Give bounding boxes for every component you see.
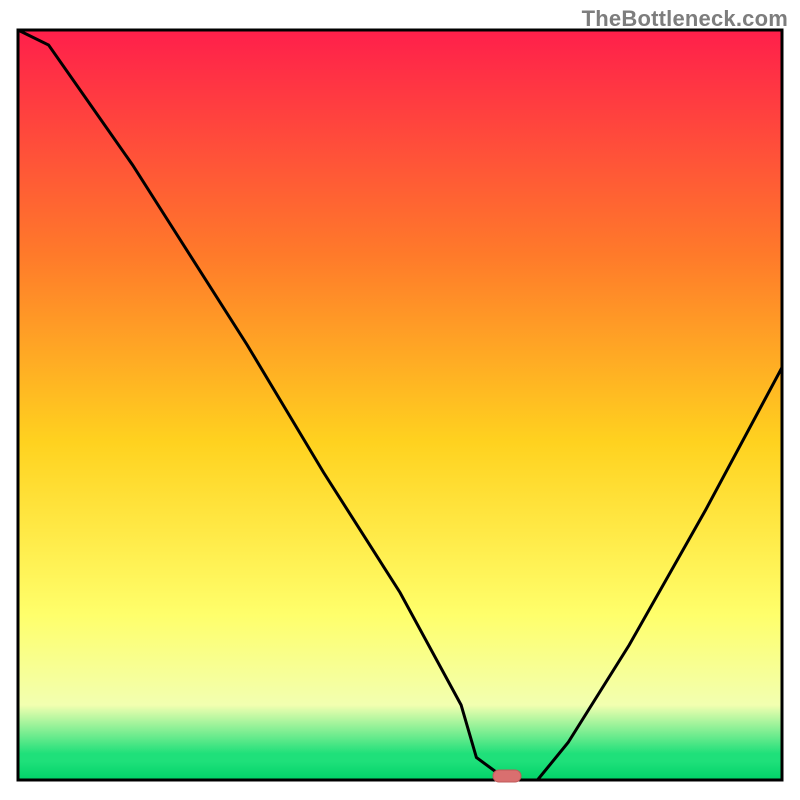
bottleneck-chart xyxy=(0,0,800,800)
gradient-background xyxy=(18,30,782,780)
optimal-marker xyxy=(493,770,521,782)
watermark-text: TheBottleneck.com xyxy=(582,6,788,32)
chart-container: { "watermark": "TheBottleneck.com", "col… xyxy=(0,0,800,800)
